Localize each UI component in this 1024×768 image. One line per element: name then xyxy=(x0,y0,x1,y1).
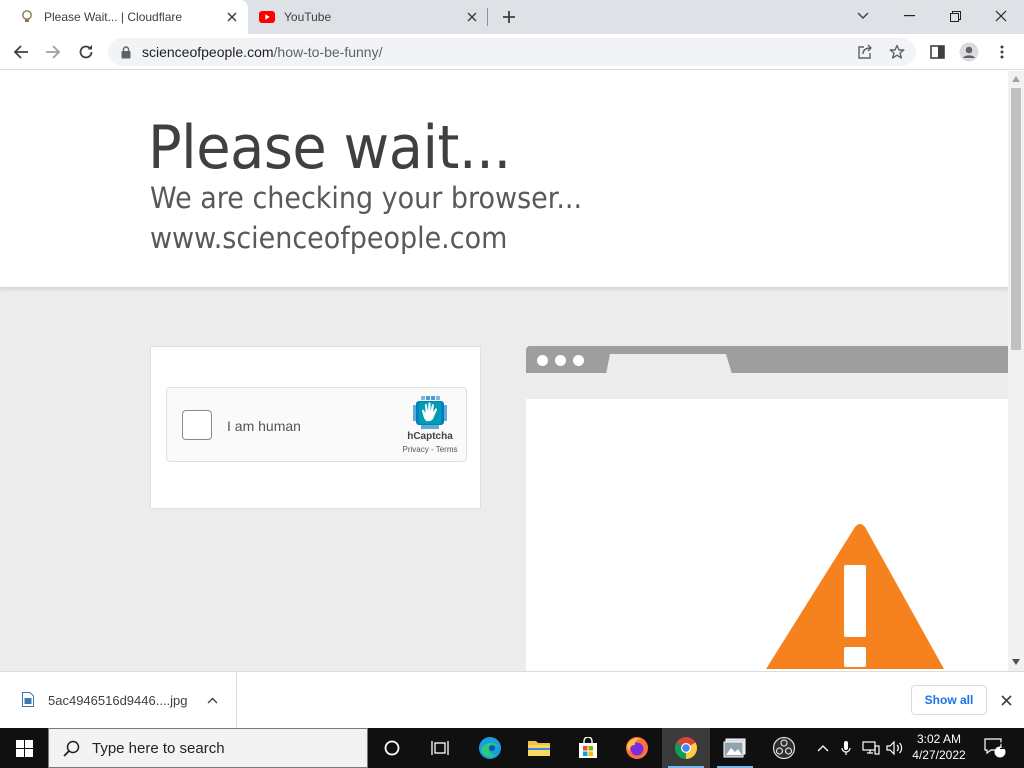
tab-title: YouTube xyxy=(284,10,332,24)
taskbar-clock[interactable]: 3:02 AM 4/27/2022 xyxy=(908,731,970,763)
tab-title: Please Wait... | Cloudflare xyxy=(44,10,183,24)
illustration-titlebar xyxy=(526,346,1008,374)
photos-icon xyxy=(723,738,746,758)
illustration-dot xyxy=(573,355,584,366)
side-panel-button[interactable] xyxy=(922,37,952,67)
page-viewport: Please wait... We are checking your brow… xyxy=(0,71,1008,671)
download-item[interactable]: 5ac4946516d9446....jpg xyxy=(0,672,237,728)
volume-icon xyxy=(886,741,903,755)
start-button[interactable] xyxy=(0,728,48,768)
store-icon xyxy=(579,737,597,758)
network-tray[interactable] xyxy=(860,728,882,768)
cortana-icon xyxy=(384,740,400,756)
microphone-icon xyxy=(841,741,851,755)
lock-icon[interactable] xyxy=(118,44,134,60)
youtube-icon xyxy=(259,9,275,25)
taskbar-obs[interactable] xyxy=(760,728,808,768)
illustration-tab xyxy=(606,354,732,374)
url-text: scienceofpeople.com/how-to-be-funny/ xyxy=(142,44,382,60)
taskbar-edge[interactable] xyxy=(466,728,514,768)
task-view-button[interactable] xyxy=(416,728,464,768)
taskbar-file-explorer[interactable] xyxy=(515,728,563,768)
captcha-panel: I am human hCaptcha Privacy - Terms xyxy=(150,346,481,509)
scroll-thumb[interactable] xyxy=(1011,88,1021,350)
network-icon xyxy=(862,741,880,755)
scroll-up-icon[interactable] xyxy=(1012,76,1020,82)
illustration-page xyxy=(526,399,1008,671)
image-file-icon xyxy=(22,692,34,707)
page-title: Please wait... xyxy=(148,113,511,183)
taskbar-store[interactable] xyxy=(564,728,612,768)
menu-kebab-icon[interactable] xyxy=(987,37,1017,67)
tab-separator xyxy=(487,8,488,26)
page-header: Please wait... We are checking your brow… xyxy=(0,71,1008,287)
profile-avatar[interactable] xyxy=(954,37,984,67)
url-domain: scienceofpeople.com xyxy=(142,44,274,60)
address-bar[interactable]: scienceofpeople.com/how-to-be-funny/ xyxy=(108,38,916,66)
captcha-label: I am human xyxy=(227,418,301,434)
firefox-icon xyxy=(626,737,648,759)
tab-youtube[interactable]: YouTube xyxy=(250,0,488,34)
tab-search-button[interactable] xyxy=(840,0,886,32)
url-path: /how-to-be-funny/ xyxy=(273,44,383,60)
show-hidden-icons-button[interactable] xyxy=(814,728,832,768)
tab-strip: Please Wait... | Cloudflare YouTube xyxy=(0,0,1024,34)
bookmark-star-icon[interactable] xyxy=(888,43,906,61)
captcha-links[interactable]: Privacy - Terms xyxy=(395,445,465,454)
forward-button[interactable] xyxy=(38,37,68,67)
captcha-checkbox[interactable] xyxy=(182,410,212,440)
windows-logo-icon xyxy=(15,739,33,757)
chevron-up-icon xyxy=(817,744,829,751)
share-icon[interactable] xyxy=(856,43,874,61)
reload-button[interactable] xyxy=(71,37,101,67)
download-shelf: 5ac4946516d9446....jpg Show all xyxy=(0,671,1024,728)
hcaptcha-widget[interactable]: I am human hCaptcha Privacy - Terms xyxy=(166,387,467,462)
taskbar-firefox[interactable] xyxy=(613,728,661,768)
close-icon[interactable] xyxy=(462,7,482,27)
windows-taskbar: Type here to search 3:02 AM 4/27/2022 1 xyxy=(0,728,1024,768)
lightbulb-icon xyxy=(19,9,35,25)
captcha-brand: hCaptcha xyxy=(407,431,453,442)
taskbar-photos[interactable] xyxy=(711,728,759,768)
illustration-dot xyxy=(555,355,566,366)
hcaptcha-logo-icon[interactable] xyxy=(413,396,447,430)
taskbar-search-box[interactable]: Type here to search xyxy=(48,728,368,768)
warning-icon xyxy=(766,524,944,669)
back-button[interactable] xyxy=(6,37,36,67)
tab-cloudflare[interactable]: Please Wait... | Cloudflare xyxy=(0,0,248,34)
action-center-button[interactable]: 1 xyxy=(980,728,1010,768)
edge-icon xyxy=(479,737,501,759)
notification-count: 1 xyxy=(999,741,1005,752)
taskbar-chrome[interactable] xyxy=(662,728,710,768)
close-window-button[interactable] xyxy=(978,0,1024,32)
close-icon[interactable] xyxy=(996,690,1016,710)
scroll-down-icon[interactable] xyxy=(1012,659,1020,665)
download-filename: 5ac4946516d9446....jpg xyxy=(48,693,188,708)
clock-date: 4/27/2022 xyxy=(912,748,966,762)
chrome-icon xyxy=(675,737,697,759)
cortana-button[interactable] xyxy=(368,728,416,768)
illustration-dot xyxy=(537,355,548,366)
site-domain: www.scienceofpeople.com xyxy=(150,221,508,255)
obs-icon xyxy=(772,736,796,760)
browser-illustration xyxy=(526,346,1008,671)
restore-button[interactable] xyxy=(932,0,978,32)
search-placeholder: Type here to search xyxy=(92,739,225,757)
minimize-button[interactable] xyxy=(886,0,932,32)
microphone-tray[interactable] xyxy=(838,728,854,768)
task-view-icon xyxy=(431,741,449,755)
volume-tray[interactable] xyxy=(884,728,906,768)
show-all-button[interactable]: Show all xyxy=(911,685,987,715)
folder-icon xyxy=(528,741,550,756)
page-subtitle: We are checking your browser... xyxy=(150,181,583,215)
browser-toolbar: scienceofpeople.com/how-to-be-funny/ xyxy=(0,34,1024,70)
close-icon[interactable] xyxy=(222,7,242,27)
vertical-scrollbar[interactable] xyxy=(1008,71,1024,671)
clock-time: 3:02 AM xyxy=(916,732,962,746)
chevron-up-icon[interactable] xyxy=(204,692,220,708)
search-icon xyxy=(63,740,80,757)
new-tab-button[interactable] xyxy=(498,6,520,28)
